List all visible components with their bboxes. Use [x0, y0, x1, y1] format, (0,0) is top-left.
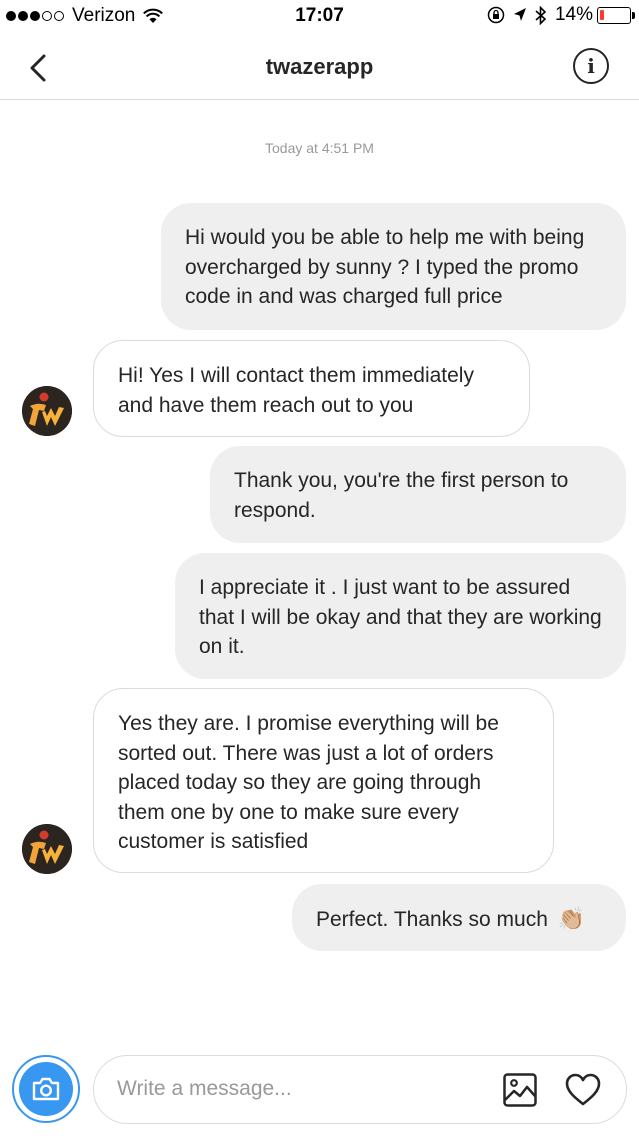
location-arrow-icon [513, 8, 526, 21]
info-icon: i [587, 54, 595, 78]
bluetooth-icon [535, 5, 547, 25]
camera-icon [32, 1077, 60, 1101]
message-incoming[interactable]: Hi! Yes I will contact them immediately … [93, 340, 530, 437]
message-outgoing[interactable]: Hi would you be able to help me with bei… [161, 203, 626, 330]
message-outgoing[interactable]: Perfect. Thanks so much 👏🏼 [292, 884, 626, 951]
sender-avatar[interactable] [22, 824, 72, 874]
battery-level-fill [600, 9, 604, 20]
message-input[interactable] [117, 1077, 477, 1101]
twazer-logo-icon [22, 824, 72, 874]
image-icon [503, 1073, 537, 1107]
thread-timestamp: Today at 4:51 PM [265, 140, 374, 156]
camera-button-fill [19, 1062, 73, 1116]
message-text: Thank you, you're the first person to re… [234, 469, 569, 522]
gallery-button[interactable] [502, 1072, 538, 1108]
message-text: I appreciate it . I just want to be assu… [199, 576, 602, 658]
battery-percent: 14% [554, 4, 593, 25]
twazer-logo-icon [22, 386, 72, 436]
message-text: Perfect. Thanks so much [316, 908, 548, 931]
message-incoming[interactable]: Yes they are. I promise everything will … [93, 688, 554, 873]
message-text: Yes they are. I promise everything will … [118, 712, 499, 853]
message-text: Hi! Yes I will contact them immediately … [118, 364, 474, 417]
sender-avatar[interactable] [22, 386, 72, 436]
message-outgoing[interactable]: I appreciate it . I just want to be assu… [175, 553, 626, 679]
info-button[interactable]: i [573, 48, 609, 84]
rotation-lock-icon [487, 6, 505, 24]
status-bar: Verizon 17:07 14% [0, 0, 639, 34]
conversation-header: twazerapp i [0, 34, 639, 100]
heart-icon [565, 1073, 601, 1106]
camera-button[interactable] [12, 1055, 80, 1123]
clapping-hands-emoji: 👏🏼 [557, 906, 586, 931]
message-text: Hi would you be able to help me with bei… [185, 226, 585, 308]
message-outgoing[interactable]: Thank you, you're the first person to re… [210, 446, 626, 543]
battery-icon [597, 6, 635, 24]
like-button[interactable] [564, 1071, 602, 1109]
status-right: 14% [487, 4, 635, 26]
message-composer [93, 1055, 627, 1124]
conversation-title[interactable]: twazerapp [0, 54, 639, 80]
